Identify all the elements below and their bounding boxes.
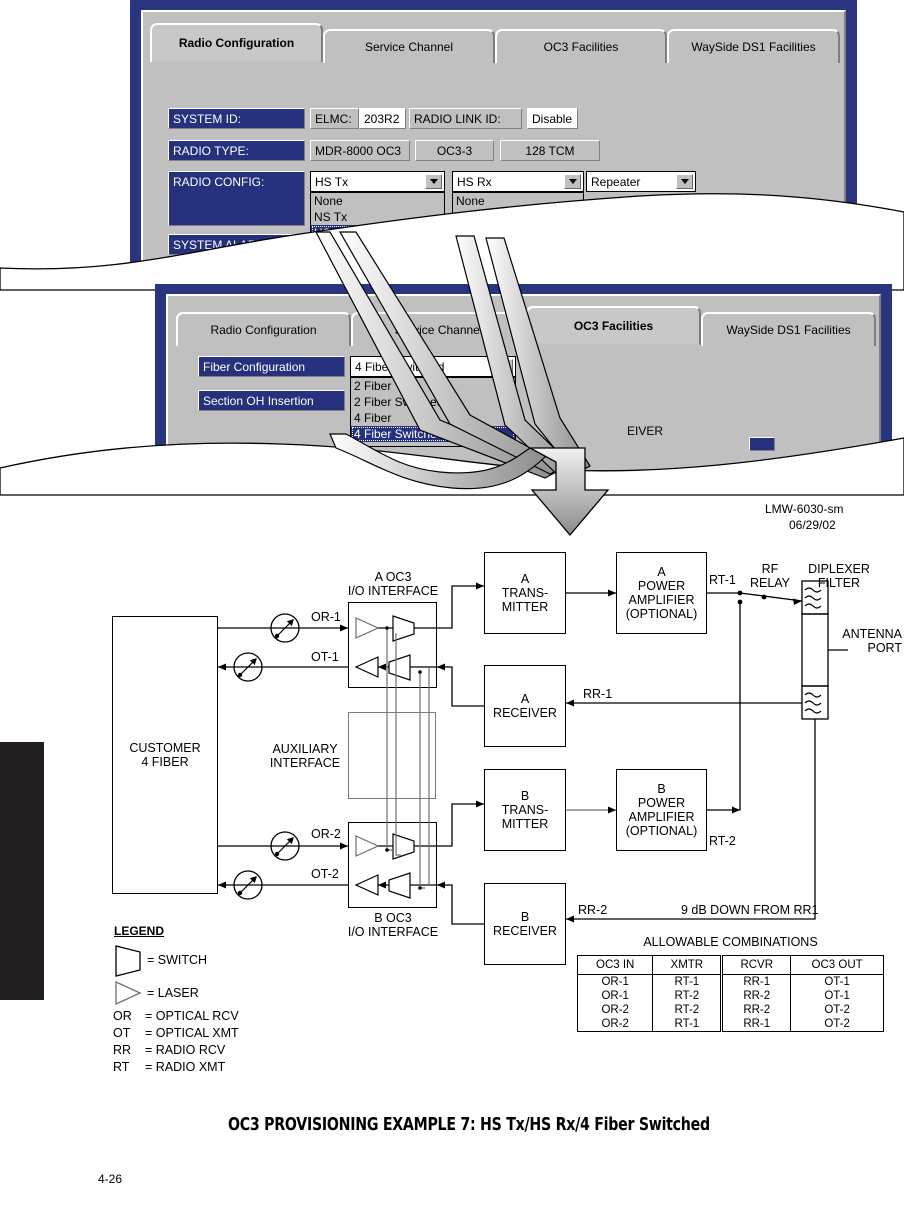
col-header-xmtr: XMTR <box>652 955 723 975</box>
cell: RR-1 <box>720 1017 792 1032</box>
switch-symbol-icon <box>115 945 141 977</box>
cell: RR-2 <box>720 1003 792 1017</box>
cell: RT-1 <box>652 1017 723 1032</box>
legend-rr-abbr: RR <box>113 1043 132 1057</box>
legend-rt-abbr: RT <box>113 1060 130 1074</box>
legend-ot-def: = OPTICAL XMT <box>145 1026 239 1040</box>
cell: RR-2 <box>720 989 792 1003</box>
legend-laser-text: = LASER <box>147 986 199 1000</box>
cell: OT-2 <box>790 1003 884 1017</box>
cell: RT-2 <box>652 989 723 1003</box>
cell: OT-1 <box>790 989 884 1003</box>
table-row: OR-1 RT-1 RR-1 OT-1 <box>576 974 884 989</box>
table-row: OR-2 RT-1 RR-1 OT-2 <box>576 1017 884 1032</box>
legend-switch-text: = SWITCH <box>147 953 208 967</box>
cell: OR-2 <box>576 1017 654 1032</box>
allowable-combinations-table: OC3 IN XMTR RCVR OC3 OUT OR-1 RT-1 RR-1 … <box>576 955 884 1032</box>
legend-or-abbr: OR <box>113 1009 132 1023</box>
cell: RR-1 <box>720 974 792 989</box>
legend-ot-abbr: OT <box>113 1026 131 1040</box>
cell: RT-1 <box>652 974 723 989</box>
col-header-rcvr: RCVR <box>720 955 792 975</box>
col-header-oc3-in: OC3 IN <box>576 955 654 975</box>
table-header-row: OC3 IN XMTR RCVR OC3 OUT <box>576 955 884 975</box>
page-number: 4-26 <box>98 1172 123 1186</box>
legend-rt-def: = RADIO XMT <box>145 1060 226 1074</box>
cell: RT-2 <box>652 1003 723 1017</box>
cell: OR-1 <box>576 974 654 989</box>
figure-title: OC3 PROVISIONING EXAMPLE 7: HS Tx/HS Rx/… <box>228 1115 710 1135</box>
table-row: OR-2 RT-2 RR-2 OT-2 <box>576 1003 884 1017</box>
laser-symbol-icon <box>115 980 142 1006</box>
cell: OT-1 <box>790 974 884 989</box>
legend-rr-def: = RADIO RCV <box>145 1043 226 1057</box>
col-header-oc3-out: OC3 OUT <box>790 955 884 975</box>
allowable-combinations-title: ALLOWABLE COMBINATIONS <box>643 935 818 949</box>
legend-or-def: = OPTICAL RCV <box>145 1009 239 1023</box>
cell: OR-1 <box>576 989 654 1003</box>
cell: OR-2 <box>576 1003 654 1017</box>
cell: OT-2 <box>790 1017 884 1032</box>
table-row: OR-1 RT-2 RR-2 OT-1 <box>576 989 884 1003</box>
